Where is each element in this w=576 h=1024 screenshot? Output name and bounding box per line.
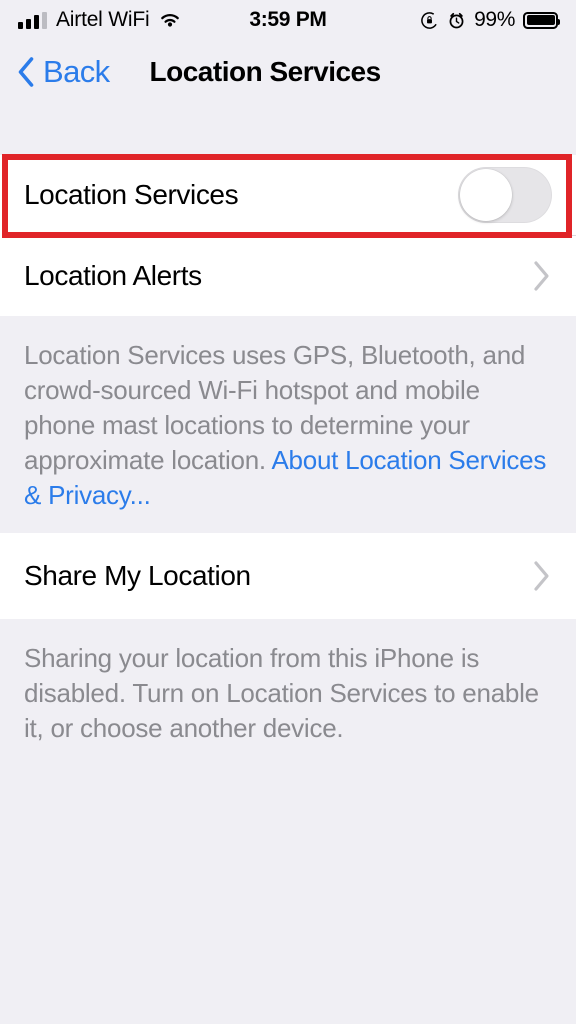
status-bar: Airtel WiFi 3:59 PM 99% xyxy=(0,0,576,40)
location-alerts-label: Location Alerts xyxy=(24,260,202,291)
clock-label: 3:59 PM xyxy=(249,8,327,31)
phone-screen: Airtel WiFi 3:59 PM 99% Back Location Se… xyxy=(0,0,576,1024)
toggle-knob xyxy=(460,169,512,221)
chevron-right-icon xyxy=(530,559,552,593)
back-button-label: Back xyxy=(43,54,110,89)
chevron-right-icon xyxy=(530,259,552,293)
chevron-left-icon xyxy=(16,56,36,88)
share-location-footer: Sharing your location from this iPhone i… xyxy=(0,619,576,766)
page-title: Location Services xyxy=(149,56,382,87)
share-my-location-label: Share My Location xyxy=(24,560,251,591)
rotation-lock-icon xyxy=(420,11,439,30)
battery-icon xyxy=(523,11,560,29)
location-group: Location Services Location Alerts xyxy=(0,155,576,316)
back-button[interactable]: Back xyxy=(16,54,110,90)
status-bar-right: 99% xyxy=(420,8,560,32)
location-alerts-row[interactable]: Location Alerts xyxy=(0,236,576,316)
row-accessory xyxy=(458,167,552,223)
row-accessory xyxy=(530,259,552,293)
location-services-toggle-row[interactable]: Location Services xyxy=(0,155,576,235)
signal-bars-icon xyxy=(18,11,47,29)
carrier-label: Airtel WiFi xyxy=(56,8,150,31)
location-services-label: Location Services xyxy=(24,179,239,210)
row-accessory xyxy=(530,559,552,593)
alarm-clock-icon xyxy=(447,11,466,30)
share-location-group: Share My Location xyxy=(0,533,576,619)
location-services-footer: Location Services uses GPS, Bluetooth, a… xyxy=(0,316,576,533)
navigation-bar: Back Location Services xyxy=(0,40,576,104)
battery-percent-label: 99% xyxy=(474,8,515,31)
status-bar-left: Airtel WiFi xyxy=(18,8,182,32)
wifi-icon xyxy=(158,11,182,29)
spacer-above-first-group xyxy=(0,104,576,155)
share-my-location-row[interactable]: Share My Location xyxy=(0,533,576,619)
location-services-toggle[interactable] xyxy=(458,167,552,223)
